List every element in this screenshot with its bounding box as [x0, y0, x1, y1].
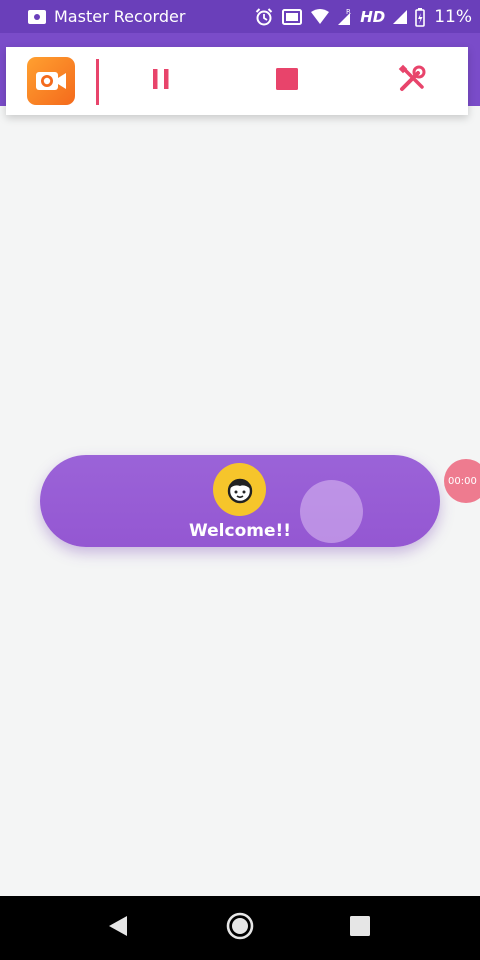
- status-icons: R HD 11%: [254, 7, 472, 27]
- boy-face-icon: [213, 463, 266, 516]
- back-button[interactable]: [98, 908, 138, 948]
- stop-icon: [275, 67, 299, 95]
- tools-button[interactable]: [392, 61, 432, 101]
- status-app-name: Master Recorder: [54, 7, 186, 26]
- pause-button[interactable]: [141, 61, 181, 101]
- home-button[interactable]: [220, 908, 260, 948]
- network-type-label: HD: [360, 7, 386, 26]
- wifi-icon: [310, 8, 330, 25]
- pause-icon: [151, 67, 171, 95]
- cast-icon: [281, 8, 303, 26]
- home-icon: [225, 911, 255, 945]
- signal-roaming-icon: R: [337, 8, 353, 26]
- video-recorder-icon: [28, 9, 46, 24]
- signal-icon: [392, 9, 408, 25]
- battery-charging-icon: [415, 7, 426, 27]
- svg-text:R: R: [346, 8, 351, 16]
- alarm-icon: [254, 7, 274, 27]
- tools-icon: [397, 64, 427, 98]
- recents-button[interactable]: [340, 908, 380, 948]
- navigation-bar: [0, 896, 480, 960]
- stop-button[interactable]: [267, 61, 307, 101]
- status-bar: Master Recorder R HD 11%: [0, 0, 480, 33]
- timer-text: 00:00: [448, 475, 477, 487]
- welcome-banner[interactable]: Welcome!!: [40, 455, 440, 547]
- recents-icon: [349, 915, 371, 941]
- back-icon: [107, 914, 129, 942]
- welcome-text: Welcome!!: [188, 521, 291, 541]
- camera-icon[interactable]: [27, 57, 75, 105]
- battery-percent: 11%: [434, 6, 472, 27]
- recorder-toolbar: [6, 47, 468, 115]
- toolbar-divider: [96, 59, 99, 105]
- floating-timer-bubble[interactable]: 00:00: [444, 459, 480, 503]
